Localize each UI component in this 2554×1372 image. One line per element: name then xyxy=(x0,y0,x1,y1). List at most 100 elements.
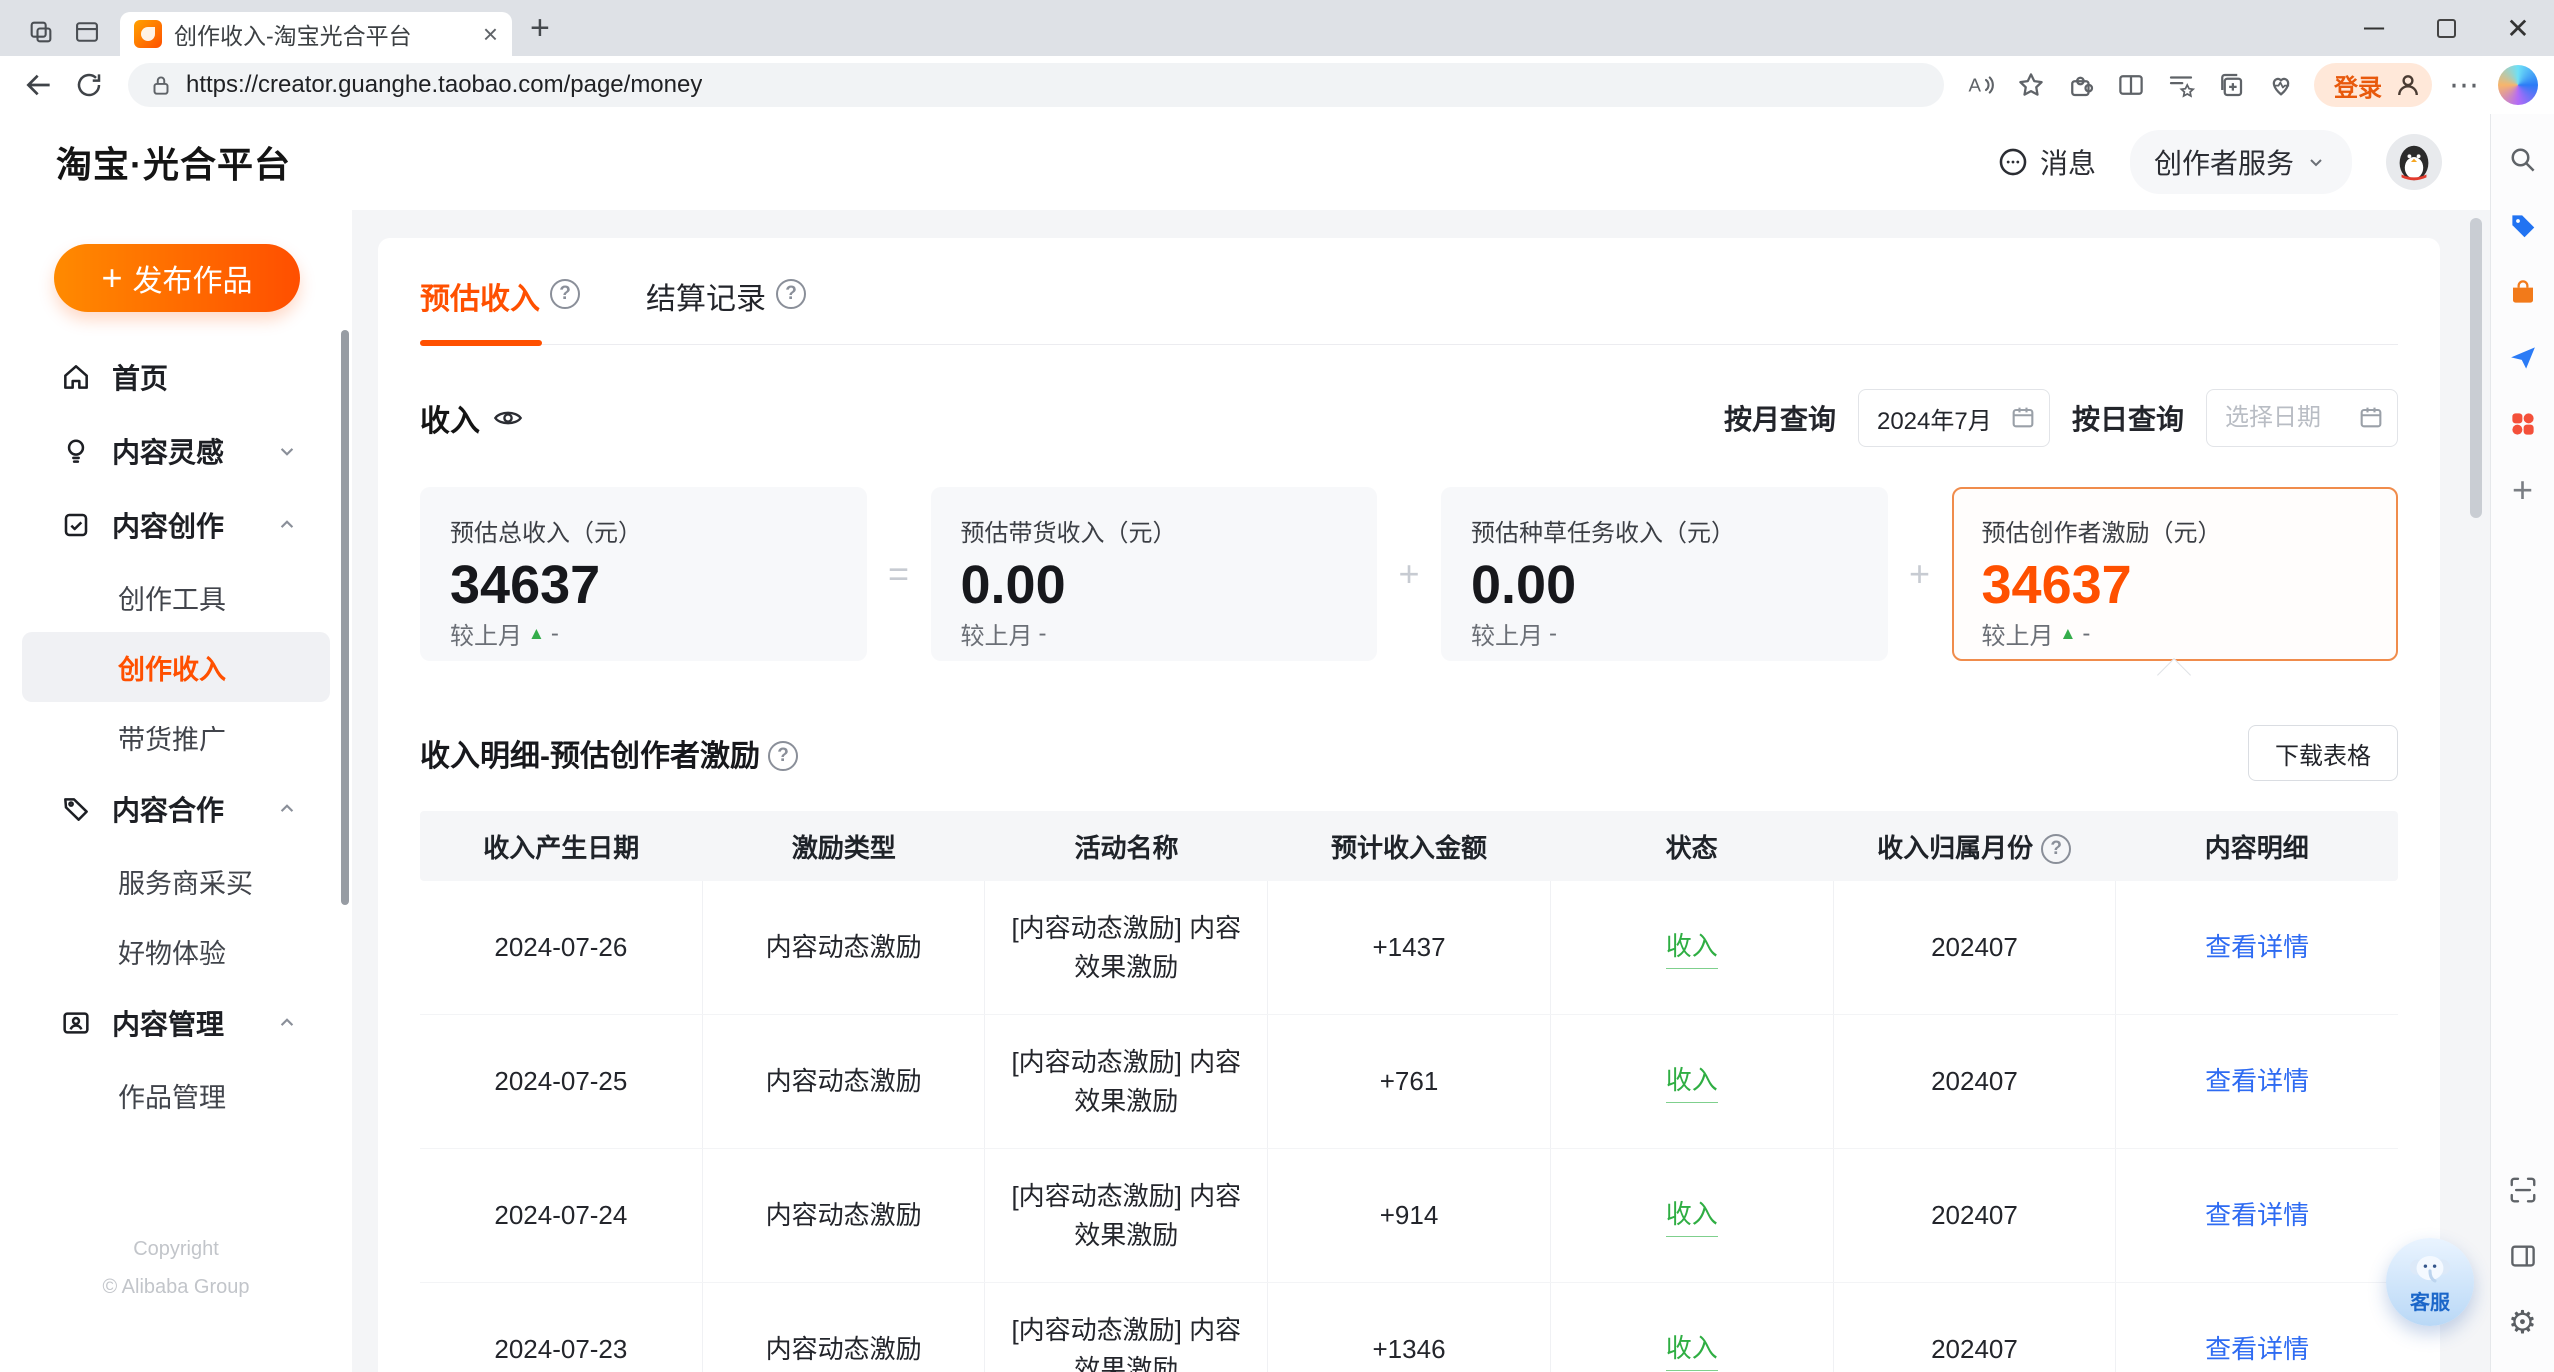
stat-title: 预估创作者激励（元） xyxy=(1982,513,2369,548)
split-screen-icon[interactable] xyxy=(2108,62,2154,108)
publish-work-button[interactable]: + 发布作品 xyxy=(54,244,300,312)
sidebar-item-management[interactable]: 内容管理 xyxy=(0,986,352,1060)
month-date-picker[interactable] xyxy=(1858,389,2050,447)
paper-plane-icon[interactable] xyxy=(2499,334,2547,382)
view-details-link[interactable]: 查看详情 xyxy=(2205,928,2309,967)
cell-type: 内容动态激励 xyxy=(703,881,986,1014)
shopping-tag-icon[interactable] xyxy=(2499,202,2547,250)
sidebar-item-inspiration[interactable]: 内容灵感 xyxy=(0,414,352,488)
page-scrollbar[interactable] xyxy=(2470,218,2482,518)
stat-value: 0.00 xyxy=(1471,554,1858,616)
sidebar-scrollbar[interactable] xyxy=(341,330,349,905)
url-box[interactable]: https://creator.guanghe.taobao.com/page/… xyxy=(128,63,1944,107)
view-details-link[interactable]: 查看详情 xyxy=(2205,1330,2309,1369)
sidebar-panel-icon[interactable] xyxy=(2499,1232,2547,1280)
sidebar-item-creation[interactable]: 内容创作 xyxy=(0,488,352,562)
stat-creator-incentive[interactable]: 预估创作者激励（元） 34637 较上月 ▲ - xyxy=(1952,487,2399,661)
tab-estimated-income[interactable]: 预估收入 ? xyxy=(420,274,580,344)
compare-delta: - xyxy=(2082,620,2090,648)
tab-settlement-records[interactable]: 结算记录 ? xyxy=(646,274,806,344)
cell-activity: [内容动态激励] 内容效果激励 xyxy=(985,1149,1268,1282)
day-date-picker[interactable] xyxy=(2206,389,2398,447)
screenshot-icon[interactable] xyxy=(2499,1166,2547,1214)
chevron-down-icon xyxy=(2304,150,2328,174)
selected-card-notch xyxy=(2157,658,2191,692)
sidebar-item-cooperation[interactable]: 内容合作 xyxy=(0,772,352,846)
status-badge[interactable]: 收入 xyxy=(1666,1329,1718,1371)
shopping-bag-icon[interactable] xyxy=(2499,268,2547,316)
sidebar-item-goods-experience[interactable]: 好物体验 xyxy=(0,916,352,986)
month-query-label: 按月查询 xyxy=(1724,398,1836,438)
eye-icon[interactable] xyxy=(492,402,524,434)
status-badge[interactable]: 收入 xyxy=(1666,927,1718,969)
extensions-icon[interactable] xyxy=(2058,62,2104,108)
site-logo: 淘宝·光合平台 xyxy=(56,136,291,188)
sidebar-item-creation-income[interactable]: 创作收入 xyxy=(22,632,330,702)
sidebar-item-label: 作品管理 xyxy=(118,1076,226,1115)
cell-status: 收入 xyxy=(1551,1149,1834,1282)
app-grid-icon[interactable] xyxy=(2499,400,2547,448)
tab-title: 创作收入-淘宝光合平台 xyxy=(174,17,475,51)
message-icon xyxy=(1996,145,2030,179)
sidebar-item-home[interactable]: 首页 xyxy=(0,340,352,414)
settings-gear-icon[interactable]: ⚙ xyxy=(2499,1298,2547,1346)
search-icon[interactable] xyxy=(2499,136,2547,184)
view-details-link[interactable]: 查看详情 xyxy=(2205,1062,2309,1101)
minimize-button[interactable]: ─ xyxy=(2338,0,2410,56)
sidebar-item-label: 创作收入 xyxy=(118,648,226,687)
sidebar-item-promotion[interactable]: 带货推广 xyxy=(0,702,352,772)
stat-seeding-task-income: 预估种草任务收入（元） 0.00 较上月 - xyxy=(1441,487,1888,661)
copilot-icon[interactable] xyxy=(2498,65,2538,105)
add-sidebar-item-icon[interactable]: + xyxy=(2499,466,2547,514)
view-details-link[interactable]: 查看详情 xyxy=(2205,1196,2309,1235)
stat-compare: 较上月 - xyxy=(961,616,1348,651)
edge-sidebar: + ⚙ xyxy=(2490,114,2554,1372)
settings-more-icon[interactable]: ⋯ xyxy=(2442,62,2488,108)
favorite-star-icon[interactable] xyxy=(2008,62,2054,108)
sidebar-item-creation-tools[interactable]: 创作工具 xyxy=(0,562,352,632)
new-tab-button[interactable]: + xyxy=(530,9,550,48)
help-icon[interactable]: ? xyxy=(550,279,580,309)
tab-close-icon[interactable]: × xyxy=(475,19,498,50)
download-table-button[interactable]: 下载表格 xyxy=(2248,725,2398,781)
help-icon[interactable]: ? xyxy=(2041,834,2071,864)
profile-person-icon xyxy=(2392,69,2424,101)
back-icon[interactable] xyxy=(16,62,62,108)
customer-service-button[interactable]: 客服 xyxy=(2386,1238,2474,1326)
close-button[interactable]: ✕ xyxy=(2482,0,2554,56)
stat-compare: 较上月 ▲ - xyxy=(1982,616,2369,651)
chevron-down-icon xyxy=(274,438,300,464)
month-date-input[interactable] xyxy=(1858,389,2050,447)
favorites-list-icon[interactable] xyxy=(2158,62,2204,108)
creator-service-dropdown[interactable]: 创作者服务 xyxy=(2130,130,2352,194)
browser-essentials-icon[interactable] xyxy=(2258,62,2304,108)
browser-tab-active[interactable]: 创作收入-淘宝光合平台 × xyxy=(120,12,512,56)
login-button[interactable]: 登录 xyxy=(2314,63,2432,107)
svg-text:A: A xyxy=(1969,74,1982,95)
site-header: 淘宝·光合平台 消息 创作者服务 xyxy=(0,114,2490,210)
window-controls: ─ ✕ xyxy=(2338,0,2554,56)
day-date-input[interactable] xyxy=(2206,389,2398,447)
collections-icon[interactable] xyxy=(2208,62,2254,108)
download-label: 下载表格 xyxy=(2275,736,2371,771)
messages-button[interactable]: 消息 xyxy=(1996,142,2096,182)
read-aloud-icon[interactable]: A xyxy=(1958,62,2004,108)
workspaces-icon[interactable] xyxy=(18,10,64,54)
help-icon[interactable]: ? xyxy=(768,741,798,771)
tab-actions-icon[interactable] xyxy=(64,10,110,54)
income-label: 收入 xyxy=(420,396,480,440)
refresh-icon[interactable] xyxy=(66,62,112,108)
address-bar: https://creator.guanghe.taobao.com/page/… xyxy=(0,56,2554,114)
cell-status: 收入 xyxy=(1551,881,1834,1014)
cell-date: 2024-07-25 xyxy=(420,1015,703,1148)
help-icon[interactable]: ? xyxy=(776,279,806,309)
sidebar-item-service-purchase[interactable]: 服务商采买 xyxy=(0,846,352,916)
status-badge[interactable]: 收入 xyxy=(1666,1195,1718,1237)
status-badge[interactable]: 收入 xyxy=(1666,1061,1718,1103)
sidebar-item-label: 内容管理 xyxy=(112,1003,224,1043)
maximize-button[interactable] xyxy=(2410,0,2482,56)
user-avatar[interactable] xyxy=(2386,134,2442,190)
sidebar-item-works-management[interactable]: 作品管理 xyxy=(0,1060,352,1130)
cell-type: 内容动态激励 xyxy=(703,1015,986,1148)
cell-type: 内容动态激励 xyxy=(703,1283,986,1372)
